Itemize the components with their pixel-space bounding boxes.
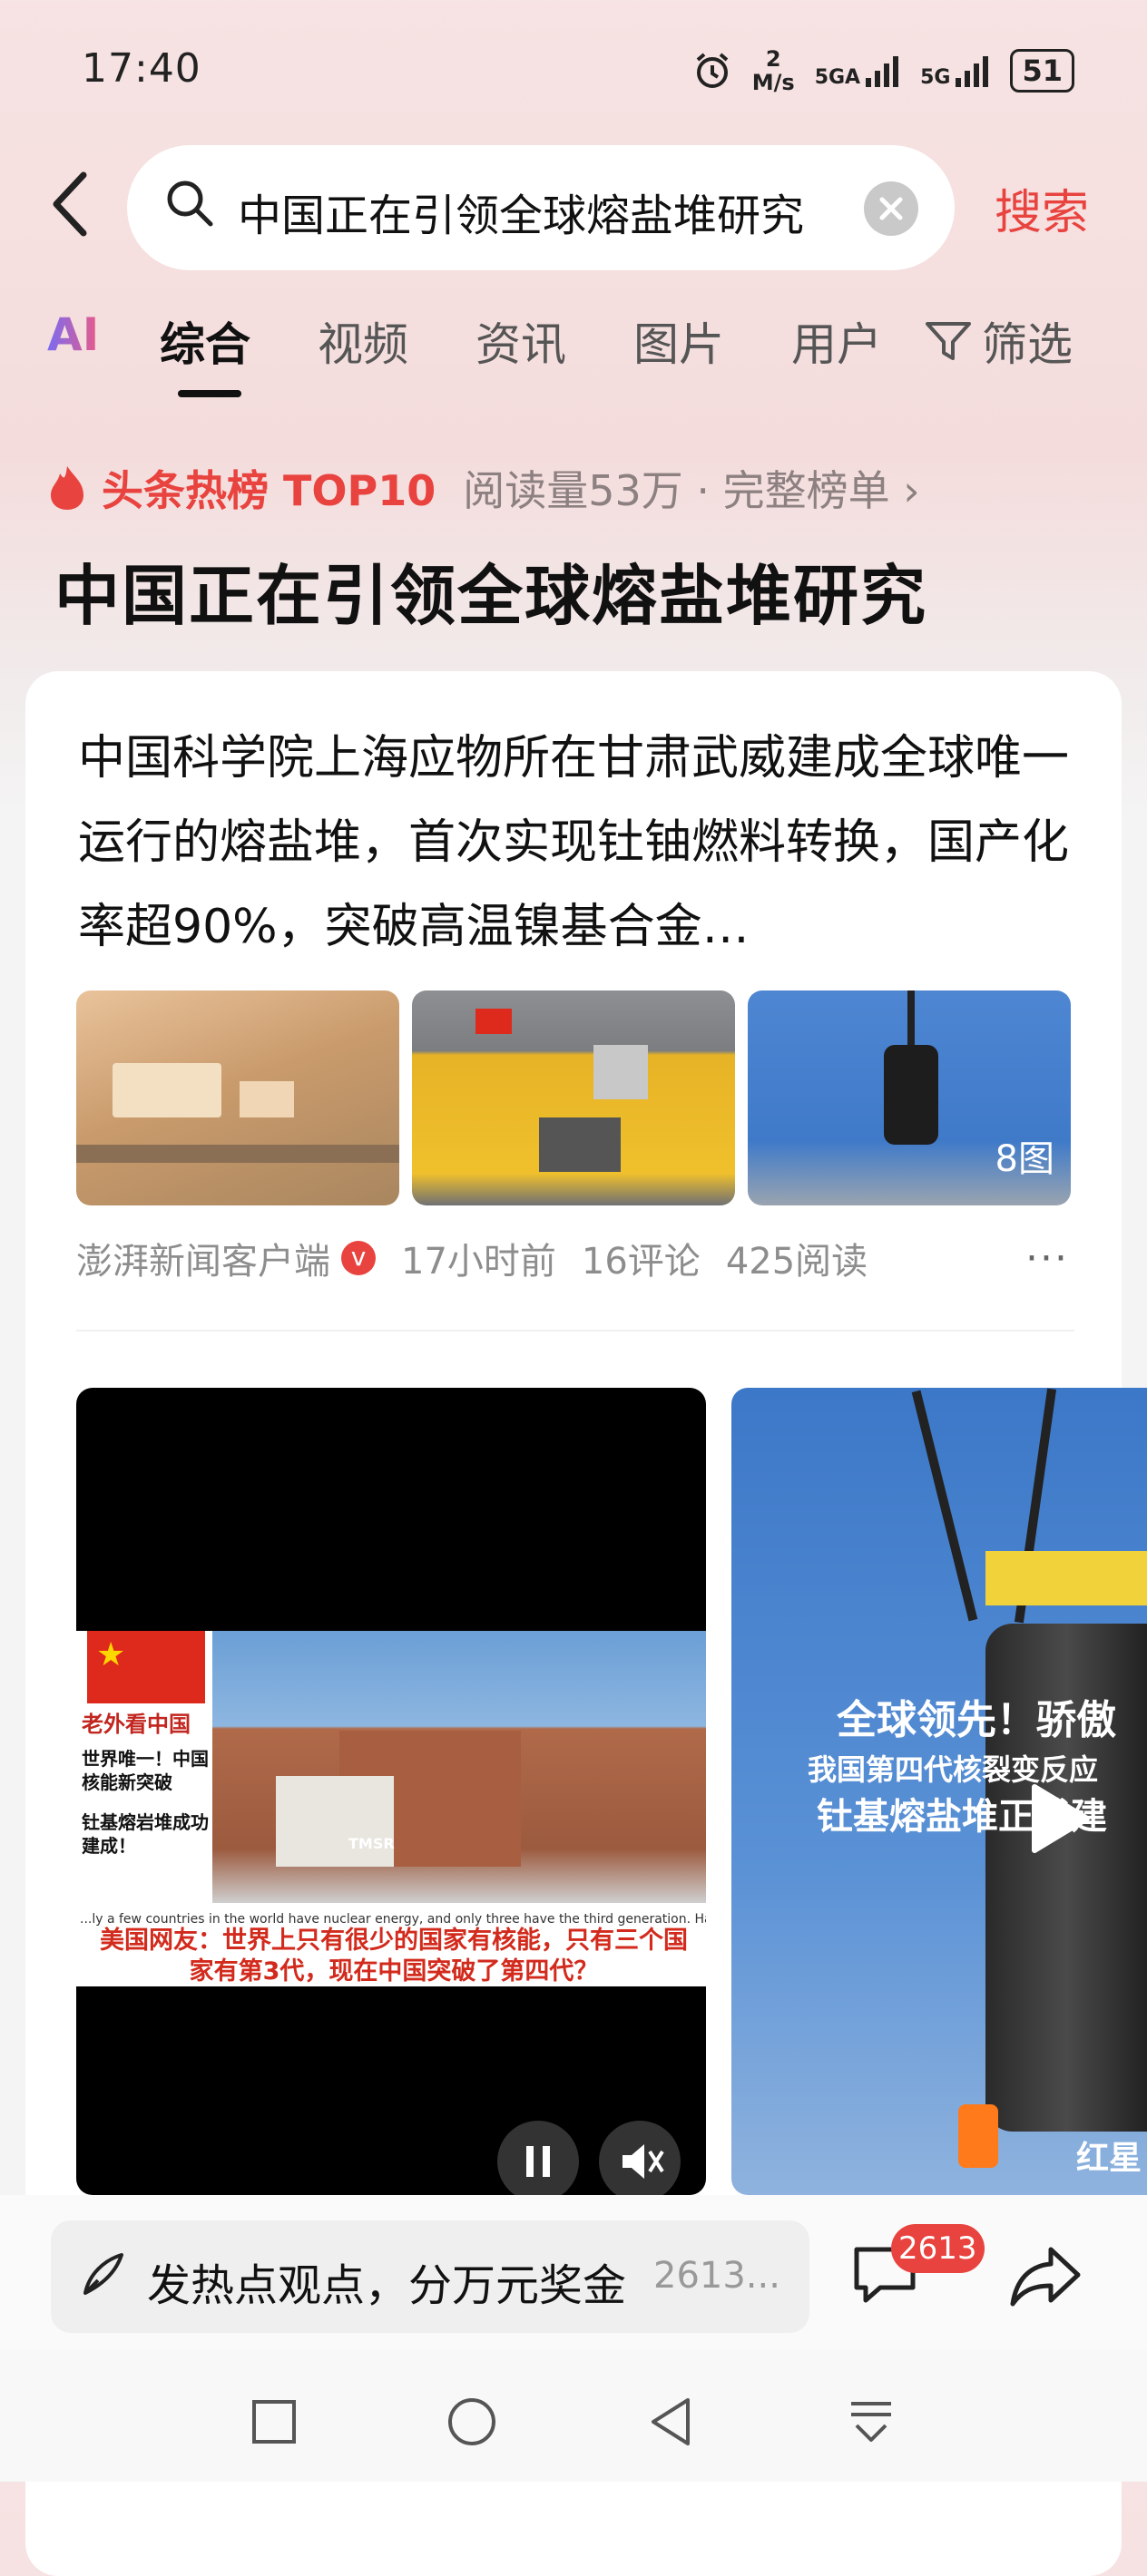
filter-label: 筛选 <box>982 318 1073 371</box>
pause-icon <box>526 2146 550 2177</box>
crane-bar <box>985 1551 1147 1605</box>
system-nav-bar <box>0 2349 1147 2482</box>
back-button[interactable] <box>47 168 102 249</box>
post-prompt-text[interactable]: 发热点观点，分万元奖金 <box>147 2249 626 2313</box>
tab-news[interactable]: 资讯 <box>475 308 566 374</box>
pause-button[interactable] <box>497 2121 579 2195</box>
video-side-title-text: 老外看中国 <box>82 1712 191 1737</box>
comment-count-badge: 2613 <box>891 2224 985 2273</box>
search-input[interactable]: 中国正在引领全球熔盐堆研究 <box>238 180 837 243</box>
tab-bar: AI 综合 视频 资讯 图片 用户 筛选 <box>47 308 1118 390</box>
clear-search-button[interactable] <box>864 181 918 236</box>
divider <box>76 1330 1074 1332</box>
back-nav-icon[interactable] <box>644 2395 699 2449</box>
verified-badge: v <box>341 1241 376 1275</box>
image-flag-shape <box>475 1009 512 1034</box>
filter-button[interactable]: 筛选 <box>924 308 1073 374</box>
video-building-image: TMSR <box>212 1631 706 1903</box>
china-flag: ★ <box>87 1631 205 1703</box>
search-icon <box>167 181 213 227</box>
article-reads: 425阅读 <box>725 1241 868 1283</box>
filter-icon <box>926 322 971 360</box>
mute-icon <box>623 2144 664 2179</box>
battery-icon: 51 <box>1010 49 1074 93</box>
more-options-button[interactable]: ··· <box>1025 1235 1069 1282</box>
video-side-text-2: 钍基熔岩堆成功建成！ <box>82 1811 209 1857</box>
notification-shade-icon[interactable] <box>844 2395 898 2449</box>
image-crane-shape <box>907 990 915 1045</box>
video-frame: ★ 老外看中国 世界唯一！中国核能新突破 钍基熔岩堆成功建成！ TMSR ...… <box>76 1631 706 1986</box>
video-player-2[interactable]: 全球领先！骄傲 我国第四代核裂变反应 钍基熔盐堆正式建 红星 <box>731 1388 1147 2195</box>
article-summary[interactable]: 中国科学院上海应物所在甘肃武威建成全球唯一运行的熔盐堆，首次实现钍铀燃料转换，国… <box>78 717 1076 970</box>
network-5ga-label: 5GA <box>814 66 861 89</box>
close-icon <box>879 197 903 220</box>
network-5g-label: 5G <box>920 66 951 89</box>
speed-unit: M/s <box>751 70 795 95</box>
image-floor-plate-shape <box>539 1117 621 1172</box>
article-image[interactable] <box>412 990 735 1205</box>
tab-images[interactable]: 图片 <box>633 308 724 374</box>
building-block-shape <box>276 1776 394 1867</box>
image-reactor-shape <box>884 1045 938 1145</box>
flame-icon <box>51 466 83 510</box>
tab-ai[interactable]: AI <box>47 308 99 361</box>
signal-icon <box>956 56 989 87</box>
battery-level: 51 <box>1022 54 1063 88</box>
topic-headline: 中国正在引领全球熔盐堆研究 <box>54 558 928 634</box>
post-count: 2613... <box>653 2255 780 2297</box>
article-time: 17小时前 <box>401 1241 556 1283</box>
image-count-badge: 8图 <box>995 1138 1054 1180</box>
hot-list-banner[interactable]: 头条热榜 TOP10 阅读量53万 · 完整榜单 › <box>47 458 920 518</box>
signal-icon <box>866 56 899 87</box>
video-side-text-1: 世界唯一！中国核能新突破 <box>82 1748 209 1793</box>
network-5g: 5G <box>920 53 990 89</box>
video-side-text: 钍基熔岩堆成功建成！ <box>82 1810 209 1858</box>
article-meta: 澎湃新闻客户端 v 17小时前 16评论 425阅读 <box>76 1232 868 1284</box>
mute-button[interactable] <box>599 2121 681 2195</box>
active-tab-indicator <box>178 390 241 397</box>
crane-cable <box>911 1390 978 1622</box>
hot-list-meta[interactable]: 阅读量53万 · 完整榜单 › <box>463 458 919 518</box>
video-2-title: 全球领先！骄傲 <box>837 1697 1116 1743</box>
article-source[interactable]: 澎湃新闻客户端 <box>76 1232 330 1284</box>
worker-figure <box>958 2104 998 2168</box>
back-arrow-icon <box>53 171 87 237</box>
image-building-shape <box>113 1063 221 1117</box>
search-button[interactable]: 搜索 <box>995 174 1089 242</box>
status-time: 17:40 <box>82 45 201 92</box>
play-icon[interactable] <box>1004 1769 1103 1869</box>
video-caption: 美国网友：世界上只有很少的国家有核能，只有三个国家有第3代，现在中国突破了第四代… <box>100 1927 688 1986</box>
pen-icon <box>83 2253 123 2295</box>
article-comments: 16评论 <box>581 1241 701 1283</box>
building-sign: TMSR <box>348 1835 395 1852</box>
image-building-shape <box>240 1081 294 1117</box>
english-caption: ...ly a few countries in the world have … <box>80 1912 706 1927</box>
image-machine-shape <box>593 1045 648 1099</box>
network-5ga: 5GA <box>815 53 900 89</box>
status-icons: 2 M/s 5GA 5G 51 <box>692 47 1074 94</box>
hot-list-label: 头条热榜 TOP10 <box>102 466 436 515</box>
star-icon: ★ <box>96 1636 126 1673</box>
video-side-text: 世界唯一！中国核能新突破 <box>82 1747 209 1794</box>
tab-comprehensive[interactable]: 综合 <box>160 308 250 374</box>
speed-value: 2 <box>765 46 781 72</box>
home-icon[interactable] <box>445 2395 499 2449</box>
alarm-icon <box>696 53 729 88</box>
article-image[interactable]: 8图 <box>748 990 1071 1205</box>
tab-video[interactable]: 视频 <box>318 308 408 374</box>
tab-users[interactable]: 用户 <box>791 308 882 374</box>
share-icon[interactable] <box>1009 2244 1082 2308</box>
video-side-title: 老外看中国 <box>82 1709 209 1740</box>
video-player-1[interactable]: ★ 老外看中国 世界唯一！中国核能新突破 钍基熔岩堆成功建成！ TMSR ...… <box>76 1388 706 2195</box>
recent-apps-icon[interactable] <box>247 2395 301 2449</box>
network-speed: 2 M/s <box>752 47 795 94</box>
image-road-shape <box>76 1145 399 1163</box>
video-watermark: 红星 <box>1076 2140 1142 2177</box>
article-image[interactable] <box>76 990 399 1205</box>
